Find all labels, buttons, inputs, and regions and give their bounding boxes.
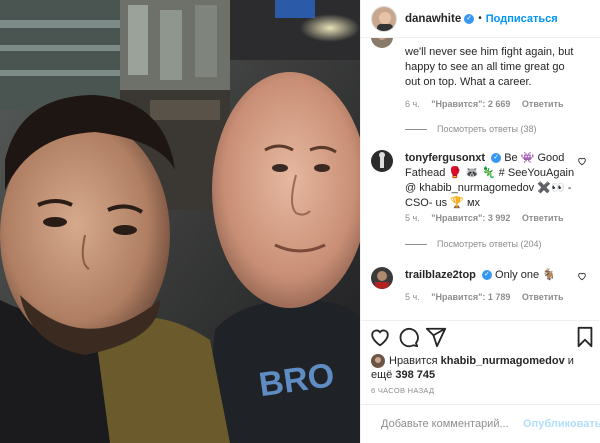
likes-count[interactable]: 398 745	[395, 369, 435, 381]
view-replies-label: Посмотреть ответы (38)	[437, 124, 537, 134]
comment-avatar[interactable]	[371, 150, 393, 172]
add-comment-bar: Опубликовать	[361, 405, 600, 443]
comment-time[interactable]: 5 ч.	[405, 213, 420, 223]
verified-badge-icon: ✓	[491, 153, 502, 164]
comment-likes[interactable]: "Нравится": 3 992	[431, 213, 510, 223]
likes-suffix: и	[564, 355, 574, 367]
comment-body: trailblaze2top ✓ Only one 🐐	[405, 268, 575, 283]
comment-time[interactable]: 5 ч.	[405, 292, 420, 302]
separator-dot: •	[478, 13, 482, 24]
verified-badge-icon: ✓	[481, 270, 492, 281]
heart-icon[interactable]	[369, 326, 391, 348]
comment-icon[interactable]	[397, 326, 419, 348]
comment-body: tonyfergusonxt ✓ Be 👾 Good Fathead 🥊 🦝 🦎…	[405, 151, 575, 211]
comment-meta: 6 ч. "Нравится": 2 669 Ответить	[405, 99, 573, 109]
view-replies-button[interactable]: Посмотреть ответы (204)	[405, 239, 542, 249]
comment-time[interactable]: 6 ч.	[405, 99, 420, 109]
comment-list[interactable]: we'll never see him fight again, but hap…	[361, 38, 600, 320]
publish-button[interactable]: Опубликовать	[523, 418, 600, 430]
comment-input[interactable]	[381, 418, 523, 430]
comment-text: Only one 🐐	[495, 269, 556, 281]
author-username[interactable]: danawhite	[405, 13, 461, 25]
reply-button[interactable]: Ответить	[522, 292, 564, 302]
reply-button[interactable]: Ответить	[522, 99, 564, 109]
share-icon[interactable]	[425, 326, 447, 348]
comment-meta: 5 ч. "Нравится": 3 992 Ответить	[405, 213, 573, 223]
author-avatar[interactable]	[371, 5, 397, 32]
reply-button[interactable]: Ответить	[522, 213, 564, 223]
post-photo[interactable]: BRO	[0, 0, 360, 443]
comment-heart-icon[interactable]	[577, 156, 587, 166]
comment-heart-icon[interactable]	[577, 271, 587, 281]
action-bar	[361, 326, 600, 352]
likes-prefix: Нравится	[389, 355, 441, 367]
view-replies-label: Посмотреть ответы (204)	[437, 239, 542, 249]
follow-button[interactable]: Подписаться	[486, 13, 558, 25]
post-timestamp[interactable]: 6 ЧАСОВ НАЗАД	[371, 386, 434, 395]
divider-line	[405, 243, 427, 245]
divider-line	[405, 128, 427, 130]
liker-username[interactable]: khabib_nurmagomedov	[441, 355, 565, 367]
verified-badge-icon: ✓	[464, 13, 475, 24]
comment-avatar[interactable]	[371, 38, 393, 48]
comment-username[interactable]: trailblaze2top	[405, 269, 476, 281]
comment-likes[interactable]: "Нравится": 1 789	[431, 292, 510, 302]
bookmark-icon[interactable]	[575, 326, 595, 348]
liker-avatar[interactable]	[371, 354, 385, 369]
view-replies-button[interactable]: Посмотреть ответы (38)	[405, 124, 537, 134]
post-sidebar: danawhite ✓ • Подписаться we'll never se…	[360, 0, 600, 443]
comment-username[interactable]: tonyfergusonxt	[405, 152, 485, 164]
likes-summary: Нравится khabib_nurmagomedov и ещё 398 7…	[371, 354, 574, 382]
comment-likes[interactable]: "Нравится": 2 669	[431, 99, 510, 109]
comment-avatar[interactable]	[371, 267, 393, 289]
comment-meta: 5 ч. "Нравится": 1 789 Ответить	[405, 292, 573, 302]
divider	[361, 320, 600, 321]
comment-text: we'll never see him fight again, but hap…	[405, 46, 574, 88]
post-header: danawhite ✓ • Подписаться	[361, 0, 600, 38]
likes-more-prefix: ещё	[371, 369, 396, 382]
